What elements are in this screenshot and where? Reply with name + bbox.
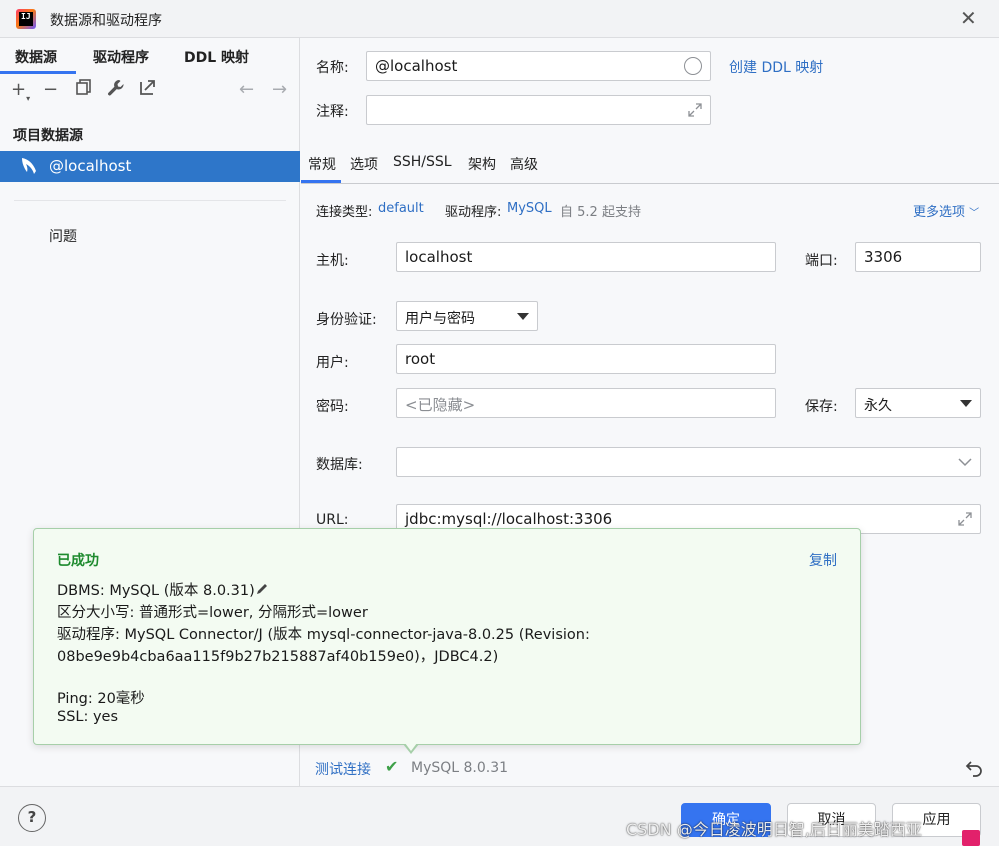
- project-datasources-heading: 项目数据源: [13, 128, 83, 144]
- popup-line-dbms: DBMS: MySQL (版本 8.0.31): [57, 579, 269, 600]
- port-label: 端口:: [805, 253, 838, 269]
- host-label: 主机:: [316, 253, 349, 269]
- sidebar-tabs: 数据源 驱动程序 DDL 映射: [0, 38, 300, 74]
- help-icon[interactable]: ?: [18, 804, 46, 832]
- auth-label: 身份验证:: [316, 312, 377, 328]
- tab-advanced[interactable]: 高级: [510, 154, 538, 174]
- popup-line-ping: Ping: 20毫秒: [57, 691, 145, 707]
- mysql-dolphin-icon: [22, 158, 36, 174]
- pencil-icon[interactable]: [255, 582, 269, 596]
- duplicate-icon[interactable]: [75, 78, 93, 103]
- dropdown-caret-icon: [517, 313, 529, 320]
- password-label: 密码:: [316, 399, 349, 415]
- popup-pointer-fill: [405, 743, 417, 751]
- create-ddl-mapping-link[interactable]: 创建 DDL 映射: [729, 57, 823, 77]
- test-connection-bar: 测试连接 ✔ MySQL 8.0.31: [301, 754, 999, 784]
- datasource-label: @localhost: [49, 157, 132, 175]
- driver-note: 自 5.2 起支持: [560, 205, 641, 220]
- host-input[interactable]: localhost: [396, 242, 776, 272]
- add-icon[interactable]: +▾: [11, 78, 30, 111]
- app-logo-icon: IJ: [16, 9, 36, 29]
- tab-drivers[interactable]: 驱动程序: [93, 47, 149, 67]
- watermark-text: CSDN @今日凌波明日智,后日丽美踏西亚: [626, 820, 922, 839]
- user-input[interactable]: root: [396, 344, 776, 374]
- popup-line-revision: 08be9e9b4cba6aa115f9b27b215887af40b159e0…: [57, 649, 499, 665]
- more-options-link[interactable]: 更多选项 ﹀: [913, 201, 979, 220]
- connection-success-popup: 已成功 复制 DBMS: MySQL (版本 8.0.31) 区分大小写: 普通…: [33, 528, 861, 745]
- auth-select[interactable]: 用户与密码: [396, 301, 538, 331]
- expand-icon[interactable]: [958, 512, 972, 526]
- close-icon[interactable]: ✕: [960, 8, 977, 28]
- tab-datasources[interactable]: 数据源: [15, 47, 57, 67]
- driver-link[interactable]: MySQL: [507, 201, 552, 216]
- driver-label: 驱动程序:: [445, 205, 502, 220]
- popup-line-ssl: SSL: yes: [57, 709, 119, 725]
- comment-input[interactable]: [366, 95, 711, 125]
- connection-type-link[interactable]: default: [378, 201, 424, 216]
- popup-line-driver: 驱动程序: MySQL Connector/J (版本 mysql-connec…: [57, 627, 590, 643]
- database-label: 数据库:: [316, 457, 363, 473]
- check-icon: ✔: [385, 757, 399, 776]
- tab-ssh-ssl[interactable]: SSH/SSL: [393, 154, 452, 170]
- settings-tabs: 常规 选项 SSH/SSL 架构 高级: [301, 150, 999, 184]
- password-input[interactable]: <已隐藏>: [396, 388, 776, 418]
- color-circle-icon[interactable]: [684, 57, 702, 75]
- expand-icon[interactable]: [688, 103, 702, 117]
- port-input[interactable]: 3306: [855, 242, 981, 272]
- connection-type-label: 连接类型:: [316, 205, 373, 220]
- sidebar-divider: [14, 200, 286, 201]
- database-select[interactable]: [396, 447, 981, 477]
- wrench-icon[interactable]: [106, 78, 126, 105]
- copy-link[interactable]: 复制: [809, 550, 837, 570]
- tab-ddl-mappings[interactable]: DDL 映射: [184, 47, 249, 67]
- active-tab-indicator: [301, 180, 341, 183]
- user-label: 用户:: [316, 355, 349, 371]
- navigate-icon[interactable]: [139, 78, 157, 103]
- name-label: 名称:: [316, 60, 349, 76]
- remove-icon[interactable]: −: [43, 78, 58, 102]
- window-title: 数据源和驱动程序: [50, 13, 162, 29]
- datasource-item-localhost[interactable]: @localhost: [0, 151, 300, 182]
- save-select[interactable]: 永久: [855, 388, 981, 418]
- undo-icon[interactable]: [965, 759, 983, 777]
- chevron-down-icon: [958, 458, 972, 467]
- url-label: URL:: [316, 512, 349, 528]
- name-input[interactable]: @localhost: [366, 51, 711, 81]
- back-arrow-icon[interactable]: ←: [239, 78, 254, 102]
- test-result-text: MySQL 8.0.31: [411, 760, 509, 776]
- save-label: 保存:: [805, 399, 838, 415]
- comment-label: 注释:: [316, 104, 349, 120]
- dropdown-caret-icon: [960, 400, 972, 407]
- popup-line-case: 区分大小写: 普通形式=lower, 分隔形式=lower: [57, 605, 368, 621]
- popup-title: 已成功: [57, 553, 99, 569]
- test-connection-link[interactable]: 测试连接: [315, 759, 371, 779]
- corner-logo-icon: [962, 830, 980, 846]
- problems-item[interactable]: 问题: [49, 226, 77, 246]
- tab-schemas[interactable]: 架构: [468, 154, 496, 174]
- title-bar: IJ 数据源和驱动程序 ✕: [0, 0, 999, 38]
- tab-general[interactable]: 常规: [308, 154, 336, 174]
- sidebar-toolbar: +▾ − ← →: [0, 76, 300, 106]
- forward-arrow-icon[interactable]: →: [272, 78, 287, 102]
- tab-options[interactable]: 选项: [350, 154, 378, 174]
- active-tab-indicator: [0, 71, 76, 74]
